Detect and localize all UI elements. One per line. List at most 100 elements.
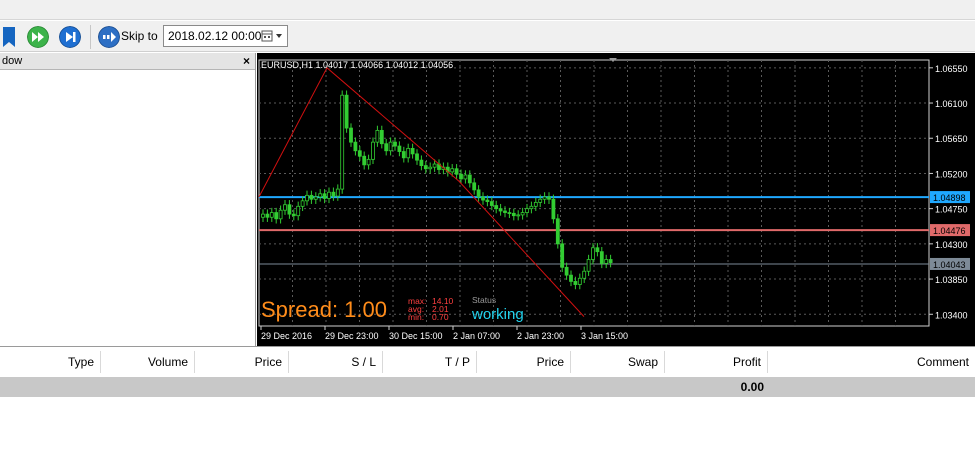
candle (401, 151, 406, 159)
price-label: 1.04043 (933, 260, 966, 270)
calendar-icon[interactable] (260, 26, 286, 46)
candle (494, 205, 499, 210)
candle (261, 213, 265, 218)
candle (375, 130, 380, 143)
spread-stat-label: min: (408, 312, 424, 322)
candle (305, 194, 309, 202)
candle (353, 141, 358, 152)
column-open-price[interactable]: Price (195, 351, 289, 373)
candle (529, 205, 534, 210)
close-icon[interactable]: × (243, 54, 250, 68)
y-tick-label: 1.06550 (935, 64, 968, 74)
candle (595, 247, 600, 253)
price-label: 1.04476 (933, 226, 966, 236)
candle (472, 182, 477, 191)
column-type[interactable]: Type (0, 351, 101, 373)
price-chart[interactable]: 1.06550 1.06100 1.05650 1.05200 1.04750 1.043… (257, 53, 975, 346)
candle (331, 191, 336, 197)
candle (555, 218, 560, 245)
candle (322, 193, 327, 199)
candle (481, 196, 485, 201)
candle (498, 208, 503, 212)
candle (415, 153, 419, 161)
candle (467, 174, 472, 184)
fast-forward-icon[interactable] (27, 26, 49, 48)
skip-to-icon[interactable] (98, 26, 120, 48)
candle (507, 212, 512, 214)
total-profit: 0.00 (740, 380, 764, 394)
candle (357, 150, 362, 157)
balance-row[interactable]: 0.00 (0, 377, 975, 397)
candle (547, 196, 551, 200)
candle (599, 251, 604, 264)
price-label: 1.04898 (933, 193, 966, 203)
candle (269, 212, 274, 218)
x-tick-label: 2 Jan 07:00 (453, 331, 500, 341)
candle (344, 94, 349, 129)
candle (520, 212, 525, 216)
terminal-panel: Type Volume Price S / L T / P Price Swap… (0, 346, 975, 457)
candle (287, 204, 292, 215)
candle (335, 188, 340, 197)
candle (542, 196, 547, 200)
column-profit[interactable]: Profit (665, 351, 768, 373)
candle (410, 148, 415, 155)
candle (511, 212, 516, 217)
candle (432, 163, 437, 168)
chart-window[interactable]: 1.06550 1.06100 1.05650 1.05200 1.04750 1.043… (257, 53, 975, 346)
candle (309, 194, 314, 200)
column-comment[interactable]: Comment (768, 351, 975, 373)
y-tick-label: 1.05650 (935, 134, 968, 144)
column-swap[interactable]: Swap (571, 351, 665, 373)
candle (340, 94, 345, 190)
candle (564, 266, 569, 276)
candle (296, 205, 301, 217)
status-value: working (471, 306, 524, 323)
candle (291, 213, 296, 217)
candle (573, 281, 578, 285)
x-tick-label: 2 Jan 23:00 (517, 331, 564, 341)
skip-end-icon[interactable] (59, 26, 81, 48)
column-stop-loss[interactable]: S / L (289, 351, 383, 373)
candle (388, 141, 393, 152)
candle (393, 141, 397, 147)
candle (608, 259, 613, 264)
candle (313, 196, 318, 200)
panel-title: dow (2, 55, 23, 67)
candle (406, 148, 411, 159)
spread-stat-value: 0.70 (432, 312, 449, 322)
candle (366, 158, 371, 166)
candle (582, 270, 587, 279)
candle (591, 247, 595, 260)
candle (371, 141, 375, 160)
candle (349, 127, 353, 143)
candle (533, 201, 538, 207)
candle (384, 143, 389, 152)
bookmark-icon[interactable] (3, 27, 15, 47)
candle (551, 198, 556, 220)
column-take-profit[interactable]: T / P (383, 351, 477, 373)
column-current-price[interactable]: Price (477, 351, 571, 373)
candle (318, 193, 323, 198)
candle (538, 198, 543, 203)
candle (454, 168, 459, 175)
y-tick-label: 1.04750 (935, 205, 968, 215)
candle (379, 130, 384, 145)
candle (489, 201, 494, 206)
x-tick-label: 3 Jan 15:00 (581, 331, 628, 341)
column-volume[interactable]: Volume (101, 351, 195, 373)
candle (459, 173, 463, 180)
candle (397, 145, 402, 152)
candle (503, 210, 507, 213)
candle (463, 174, 468, 180)
navigator-panel: dow × (0, 53, 256, 346)
y-tick-label: 1.03400 (935, 310, 968, 320)
x-tick-label: 30 Dec 15:00 (389, 331, 443, 341)
candle (278, 209, 283, 220)
candle (450, 168, 455, 173)
candle (300, 200, 305, 207)
y-tick-label: 1.03850 (935, 275, 968, 285)
candle (604, 259, 609, 264)
panel-title-bar: dow × (0, 53, 255, 70)
candle (476, 189, 481, 198)
